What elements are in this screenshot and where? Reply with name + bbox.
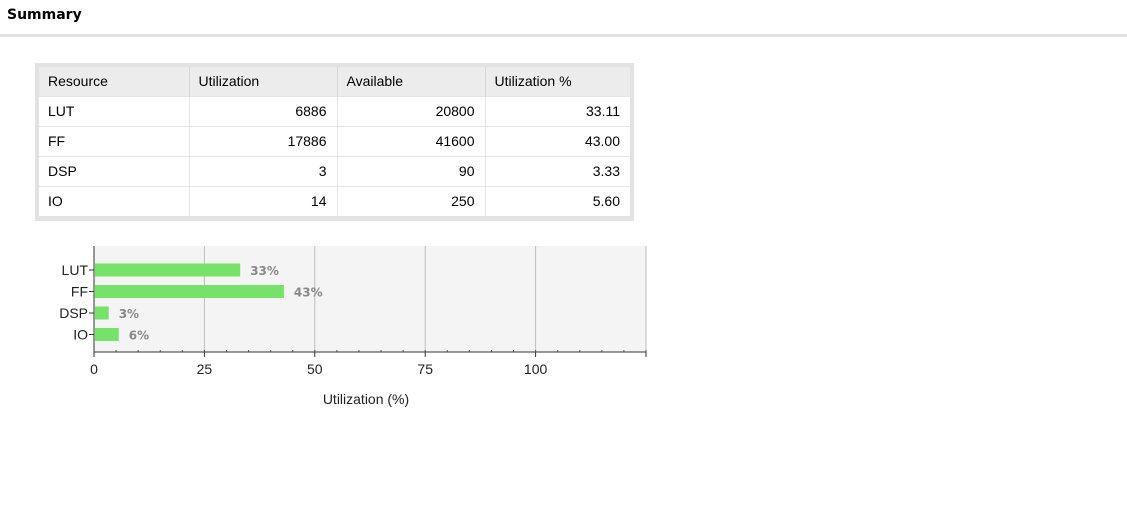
cell-resource: DSP [39,155,190,186]
table-row[interactable]: FF 17886 41600 43.00 [39,125,630,156]
cell-available: 250 [337,185,486,216]
x-tick-label: 0 [90,361,98,377]
table-row[interactable]: LUT 6886 20800 33.11 [39,95,630,126]
plot-area [94,246,646,352]
cell-available: 41600 [337,125,486,156]
summary-header: Summary [0,0,1127,37]
cell-available: 90 [337,155,486,186]
bar [95,306,109,320]
cell-utilization-percent: 3.33 [485,155,630,186]
bar-data-label: 3% [119,307,139,321]
utilization-table-panel: Resource Utilization Available Utilizati… [35,63,634,221]
bar-data-label: 43% [294,286,323,300]
x-tick-label: 50 [307,361,323,377]
bar-data-label: 6% [129,329,149,343]
y-tick-label: DSP [59,305,88,321]
table-row[interactable]: IO 14 250 5.60 [39,185,630,216]
cell-utilization: 14 [189,185,338,216]
cell-utilization: 3 [189,155,338,186]
bar [95,328,119,341]
cell-available: 20800 [337,95,486,126]
cell-resource: IO [39,185,190,216]
cell-resource: LUT [39,95,190,126]
bar [95,263,241,277]
x-tick-label: 75 [417,361,433,377]
x-tick-label: 100 [524,361,548,377]
column-header-resource[interactable]: Resource [39,67,190,96]
bar [95,285,284,298]
x-axis-title: Utilization (%) [323,391,409,407]
cell-resource: FF [39,125,190,156]
cell-utilization: 6886 [189,95,338,126]
cell-utilization-percent: 43.00 [485,125,630,156]
table-header-row: Resource Utilization Available Utilizati… [39,67,630,96]
bar-data-label: 33% [250,264,279,278]
y-tick-label: FF [71,284,88,300]
utilization-table: Resource Utilization Available Utilizati… [39,67,630,216]
cell-utilization-percent: 5.60 [485,185,630,216]
x-tick-label: 25 [197,361,213,377]
column-header-utilization-percent[interactable]: Utilization % [485,67,630,96]
column-header-available[interactable]: Available [337,67,486,96]
y-tick-label: LUT [62,262,89,278]
y-tick-label: IO [73,327,88,343]
table-row[interactable]: DSP 3 90 3.33 [39,155,630,186]
cell-utilization-percent: 33.11 [485,95,630,126]
column-header-utilization[interactable]: Utilization [189,67,338,96]
page-title: Summary [7,7,82,23]
cell-utilization: 17886 [189,125,338,156]
utilization-bar-chart: 0 25 50 75 100 LUT 33% FF 43% DSP 3% IO 6% Utilizatio… [59,246,647,407]
